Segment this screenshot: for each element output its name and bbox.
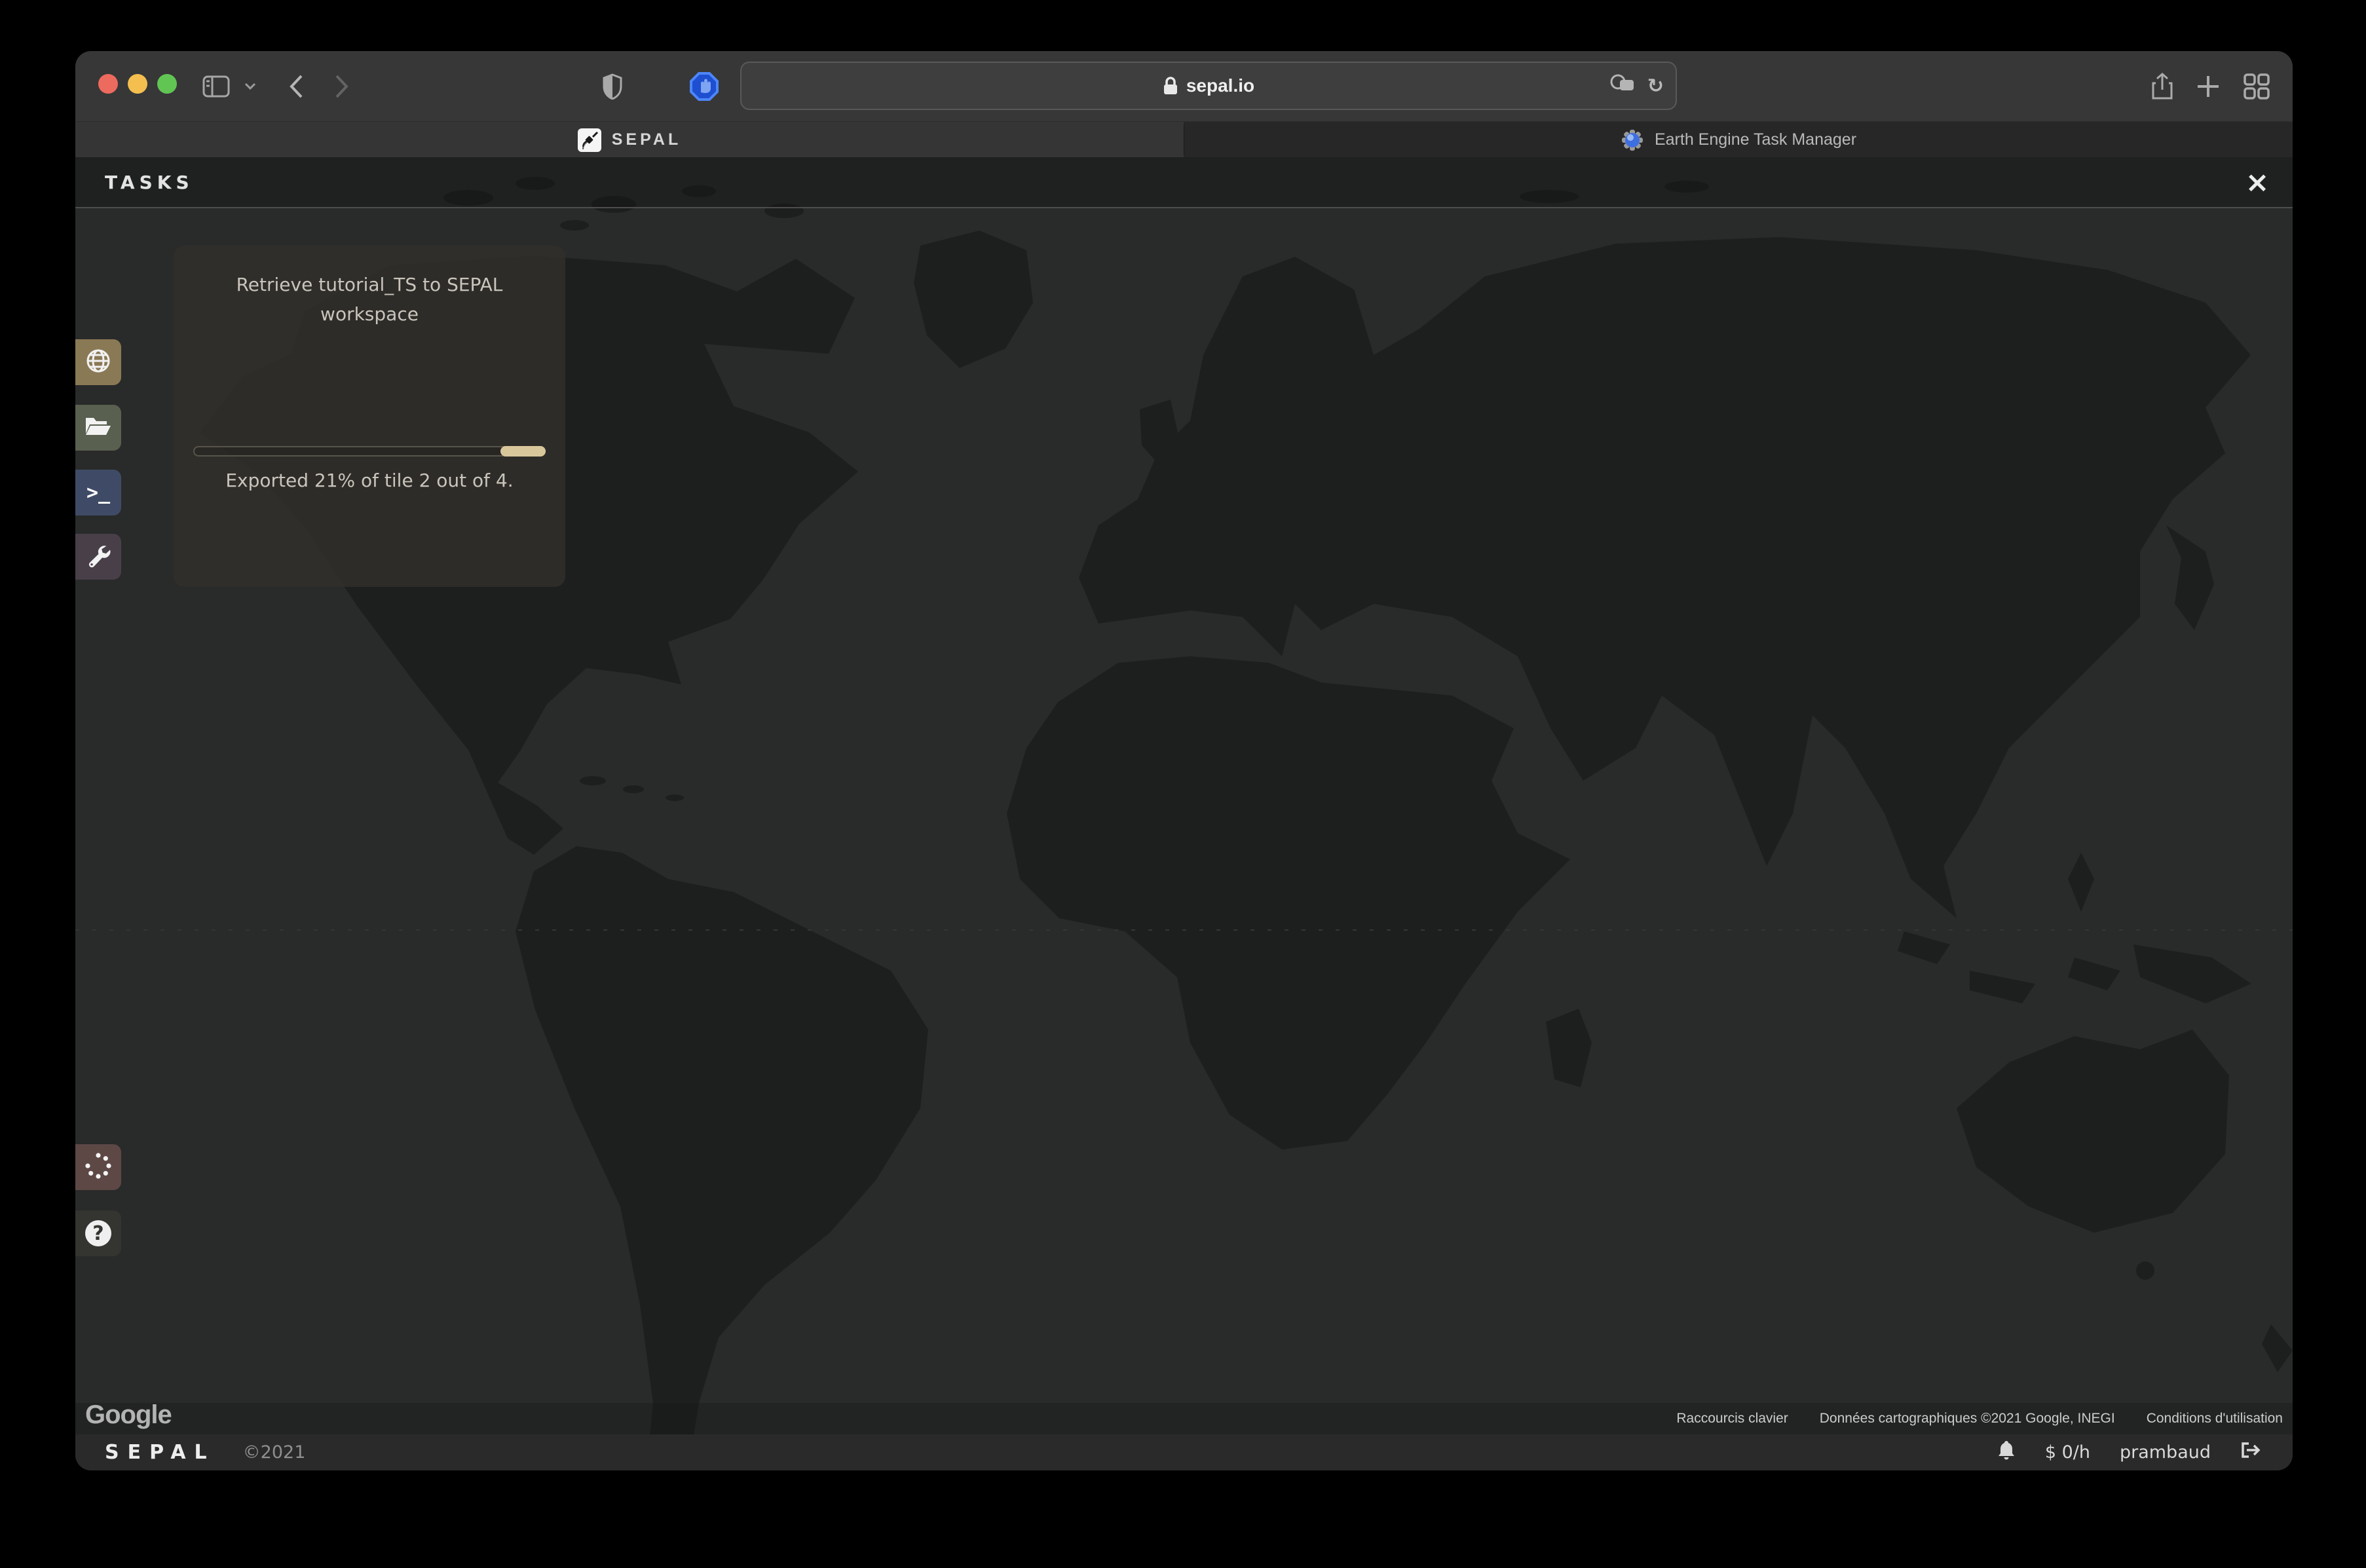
privacy-shield-icon[interactable] xyxy=(596,51,629,121)
translate-icon[interactable] xyxy=(1609,73,1636,99)
task-card: Retrieve tutorial_TS to SEPAL workspace … xyxy=(174,246,565,587)
tasks-panel-title: TASKS xyxy=(105,172,194,193)
window-close-button[interactable] xyxy=(98,74,118,94)
globe-icon xyxy=(85,348,111,377)
url-bar[interactable]: sepal.io ↻ xyxy=(740,62,1677,110)
lock-icon xyxy=(1163,76,1178,96)
map-data-attribution: Données cartographiques ©2021 Google, IN… xyxy=(1820,1411,2115,1427)
task-title: Retrieve tutorial_TS to SEPAL workspace xyxy=(216,271,523,329)
wrench-icon xyxy=(86,543,111,571)
sidebar-item-apps[interactable] xyxy=(75,534,121,580)
tab-bar: SEPAL Earth Engine Task Manager xyxy=(75,121,2293,157)
url-text: sepal.io xyxy=(1186,75,1254,96)
window-zoom-button[interactable] xyxy=(157,74,177,94)
help-icon: ? xyxy=(85,1220,111,1246)
terms-of-use-link[interactable]: Conditions d'utilisation xyxy=(2147,1411,2283,1427)
task-status-text: Exported 21% of tile 2 out of 4. xyxy=(174,470,565,491)
forward-button[interactable] xyxy=(328,51,356,121)
sidebar-item-map[interactable] xyxy=(75,339,121,385)
tab-sepal-label: SEPAL xyxy=(612,130,682,149)
reload-icon[interactable]: ↻ xyxy=(1647,75,1664,98)
tab-sepal[interactable]: SEPAL xyxy=(75,122,1184,158)
sidebar-toggle-icon[interactable] xyxy=(198,51,234,121)
tasks-panel-header: TASKS × xyxy=(75,157,2293,208)
sidebar-item-help[interactable]: ? xyxy=(75,1210,121,1256)
sidebar-item-tasks-active[interactable] xyxy=(75,1144,121,1190)
terminal-icon: >_ xyxy=(86,481,110,504)
task-progress-bar xyxy=(193,446,546,457)
footer-copyright: ©2021 xyxy=(243,1442,306,1463)
map-attribution: Raccourcis clavier Données cartographiqu… xyxy=(1676,1403,2283,1434)
window-minimize-button[interactable] xyxy=(128,74,147,94)
new-tab-icon[interactable] xyxy=(2191,51,2225,121)
tab-earth-engine[interactable]: Earth Engine Task Manager xyxy=(1184,122,2293,158)
browser-toolbar: sepal.io ↻ xyxy=(75,51,2293,121)
username[interactable]: prambaud xyxy=(2120,1442,2211,1463)
sidebar-item-terminal[interactable]: >_ xyxy=(75,470,121,515)
tab-overview-icon[interactable] xyxy=(2238,51,2275,121)
logout-icon[interactable] xyxy=(2240,1440,2261,1465)
footer-brand: SEPAL xyxy=(105,1441,216,1464)
keyboard-shortcuts-link[interactable]: Raccourcis clavier xyxy=(1676,1411,1788,1427)
google-logo: Google xyxy=(85,1400,172,1430)
close-icon[interactable]: × xyxy=(2239,157,2276,208)
task-progress-fill xyxy=(500,446,546,457)
browser-window: sepal.io ↻ xyxy=(75,51,2293,1470)
sepal-favicon xyxy=(578,128,601,152)
bell-icon[interactable] xyxy=(1997,1440,2016,1465)
usage-rate[interactable]: $ 0/h xyxy=(2045,1442,2090,1463)
share-icon[interactable] xyxy=(2145,51,2179,121)
tab-earth-engine-label: Earth Engine Task Manager xyxy=(1655,130,1856,149)
spinner-icon xyxy=(84,1151,113,1184)
extension-hand-icon[interactable] xyxy=(686,51,723,121)
chevron-down-icon[interactable] xyxy=(240,51,260,121)
sidebar-item-files[interactable] xyxy=(75,405,121,451)
earth-engine-favicon xyxy=(1621,128,1644,152)
app-footer: SEPAL ©2021 $ 0/h prambaud xyxy=(75,1434,2293,1470)
folder-icon xyxy=(84,415,112,441)
back-button[interactable] xyxy=(282,51,310,121)
sepal-page: TASKS × Retrieve tutorial_TS to SEPAL wo… xyxy=(75,157,2293,1470)
